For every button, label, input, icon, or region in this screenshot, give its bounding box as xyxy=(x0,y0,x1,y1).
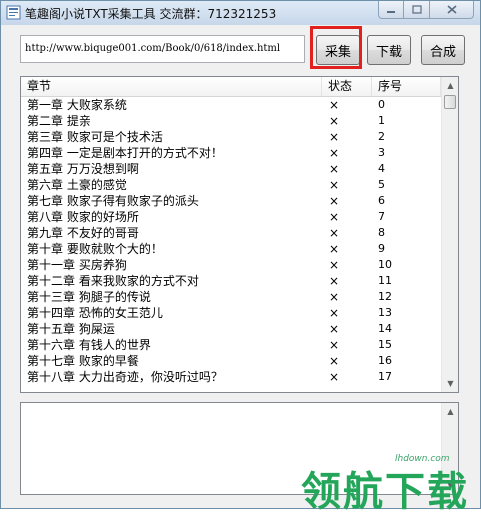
row-status-icon: × xyxy=(329,194,340,208)
minimize-icon xyxy=(387,10,395,13)
scroll-thumb[interactable] xyxy=(444,95,456,109)
list-scrollbar[interactable]: ▲ ▼ xyxy=(441,77,458,392)
row-status-icon: × xyxy=(329,242,340,256)
table-row[interactable]: 第三章 败家可是个技术活 × 2 xyxy=(21,129,441,145)
row-chapter: 第十八章 大力出奇迹，你没听过吗？ xyxy=(27,370,223,384)
row-index: 2 xyxy=(378,130,385,143)
collect-button[interactable]: 采集 xyxy=(316,35,360,65)
table-row[interactable]: 第十八章 大力出奇迹，你没听过吗？ × 17 xyxy=(21,369,441,385)
row-index: 6 xyxy=(378,194,385,207)
row-chapter: 第十二章 看来我败家的方式不对 xyxy=(27,274,199,288)
row-index: 14 xyxy=(378,322,392,335)
row-status-icon: × xyxy=(329,258,340,272)
row-index: 12 xyxy=(378,290,392,303)
table-row[interactable]: 第六章 土豪的感觉 × 5 xyxy=(21,177,441,193)
row-index: 17 xyxy=(378,370,392,383)
list-rows: 第一章 大败家系统 × 0 第二章 提亲 × 1 第三章 败家可是个技术活 × 2 第四章 一定是… xyxy=(21,97,441,385)
column-header-index[interactable]: 序号 xyxy=(372,77,441,96)
row-chapter: 第七章 败家子得有败家子的派头 xyxy=(27,194,199,208)
title-bar[interactable]: 笔趣阁小说TXT采集工具 交流群：712321253 xyxy=(1,1,480,25)
table-row[interactable]: 第八章 败家的好场所 × 7 xyxy=(21,209,441,225)
row-chapter: 第二章 提亲 xyxy=(27,114,91,128)
window-controls xyxy=(378,1,474,19)
row-chapter: 第十三章 狗腿子的传说 xyxy=(27,290,151,304)
table-row[interactable]: 第十五章 狗屎运 × 14 xyxy=(21,321,441,337)
row-status-icon: × xyxy=(329,274,340,288)
row-chapter: 第九章 不友好的哥哥 xyxy=(27,226,139,240)
row-chapter: 第十五章 狗屎运 xyxy=(27,322,115,336)
table-row[interactable]: 第十七章 败家的早餐 × 16 xyxy=(21,353,441,369)
row-index: 9 xyxy=(378,242,385,255)
row-status-icon: × xyxy=(329,162,340,176)
window-title: 笔趣阁小说TXT采集工具 交流群：712321253 xyxy=(25,7,277,21)
log-scroll-up-icon[interactable]: ▲ xyxy=(443,403,458,420)
table-row[interactable]: 第五章 万万没想到啊 × 4 xyxy=(21,161,441,177)
row-chapter: 第五章 万万没想到啊 xyxy=(27,162,139,176)
row-chapter: 第六章 土豪的感觉 xyxy=(27,178,127,192)
row-status-icon: × xyxy=(329,338,340,352)
row-chapter: 第十章 要败就败个大的！ xyxy=(27,242,163,256)
row-status-icon: × xyxy=(329,178,340,192)
row-chapter: 第八章 败家的好场所 xyxy=(27,210,139,224)
row-status-icon: × xyxy=(329,98,340,112)
maximize-icon xyxy=(411,5,422,14)
row-status-icon: × xyxy=(329,322,340,336)
table-row[interactable]: 第四章 一定是剧本打开的方式不对！ × 3 xyxy=(21,145,441,161)
row-index: 10 xyxy=(378,258,392,271)
list-header: 章节 状态 序号 xyxy=(21,77,441,97)
row-chapter: 第三章 败家可是个技术活 xyxy=(27,130,163,144)
row-status-icon: × xyxy=(329,370,340,384)
scroll-up-icon[interactable]: ▲ xyxy=(443,77,458,94)
row-status-icon: × xyxy=(329,354,340,368)
table-row[interactable]: 第十四章 恐怖的女王范儿 × 13 xyxy=(21,305,441,321)
row-index: 3 xyxy=(378,146,385,159)
column-header-chapter[interactable]: 章节 xyxy=(21,77,322,96)
table-row[interactable]: 第十章 要败就败个大的！ × 9 xyxy=(21,241,441,257)
row-chapter: 第一章 大败家系统 xyxy=(27,98,127,112)
watermark-brand: 领航下载 xyxy=(301,469,469,515)
maximize-button[interactable] xyxy=(404,1,430,19)
row-status-icon: × xyxy=(329,210,340,224)
app-window: 笔趣阁小说TXT采集工具 交流群：712321253 http://www.bi… xyxy=(0,0,481,515)
minimize-button[interactable] xyxy=(378,1,404,19)
download-button[interactable]: 下载 xyxy=(367,35,411,65)
row-chapter: 第四章 一定是剧本打开的方式不对！ xyxy=(27,146,223,160)
row-index: 1 xyxy=(378,114,385,127)
row-index: 11 xyxy=(378,274,392,287)
close-button[interactable] xyxy=(430,1,474,19)
table-row[interactable]: 第二章 提亲 × 1 xyxy=(21,113,441,129)
row-status-icon: × xyxy=(329,114,340,128)
app-icon xyxy=(6,5,21,20)
table-row[interactable]: 第十二章 看来我败家的方式不对 × 11 xyxy=(21,273,441,289)
row-status-icon: × xyxy=(329,130,340,144)
table-row[interactable]: 第七章 败家子得有败家子的派头 × 6 xyxy=(21,193,441,209)
row-index: 7 xyxy=(378,210,385,223)
row-index: 16 xyxy=(378,354,392,367)
row-index: 5 xyxy=(378,178,385,191)
scroll-down-icon[interactable]: ▼ xyxy=(443,375,458,392)
close-icon xyxy=(446,5,457,14)
merge-button[interactable]: 合成 xyxy=(421,35,465,65)
row-index: 0 xyxy=(378,98,385,111)
row-chapter: 第十七章 败家的早餐 xyxy=(27,354,139,368)
table-row[interactable]: 第十三章 狗腿子的传说 × 12 xyxy=(21,289,441,305)
table-row[interactable]: 第十六章 有钱人的世界 × 15 xyxy=(21,337,441,353)
row-chapter: 第十六章 有钱人的世界 xyxy=(27,338,151,352)
row-index: 15 xyxy=(378,338,392,351)
url-input[interactable]: http://www.biquge001.com/Book/0/618/inde… xyxy=(20,35,305,63)
row-chapter: 第十一章 买房养狗 xyxy=(27,258,127,272)
row-index: 8 xyxy=(378,226,385,239)
column-header-status[interactable]: 状态 xyxy=(322,77,372,96)
chapter-list[interactable]: 章节 状态 序号 第一章 大败家系统 × 0 第二章 提亲 × 1 第三章 败家可是个技术活… xyxy=(20,76,459,393)
table-row[interactable]: 第十一章 买房养狗 × 10 xyxy=(21,257,441,273)
row-status-icon: × xyxy=(329,290,340,304)
row-status-icon: × xyxy=(329,146,340,160)
row-status-icon: × xyxy=(329,226,340,240)
row-index: 13 xyxy=(378,306,392,319)
table-row[interactable]: 第九章 不友好的哥哥 × 8 xyxy=(21,225,441,241)
row-index: 4 xyxy=(378,162,385,175)
row-status-icon: × xyxy=(329,306,340,320)
row-chapter: 第十四章 恐怖的女王范儿 xyxy=(27,306,163,320)
table-row[interactable]: 第一章 大败家系统 × 0 xyxy=(21,97,441,113)
